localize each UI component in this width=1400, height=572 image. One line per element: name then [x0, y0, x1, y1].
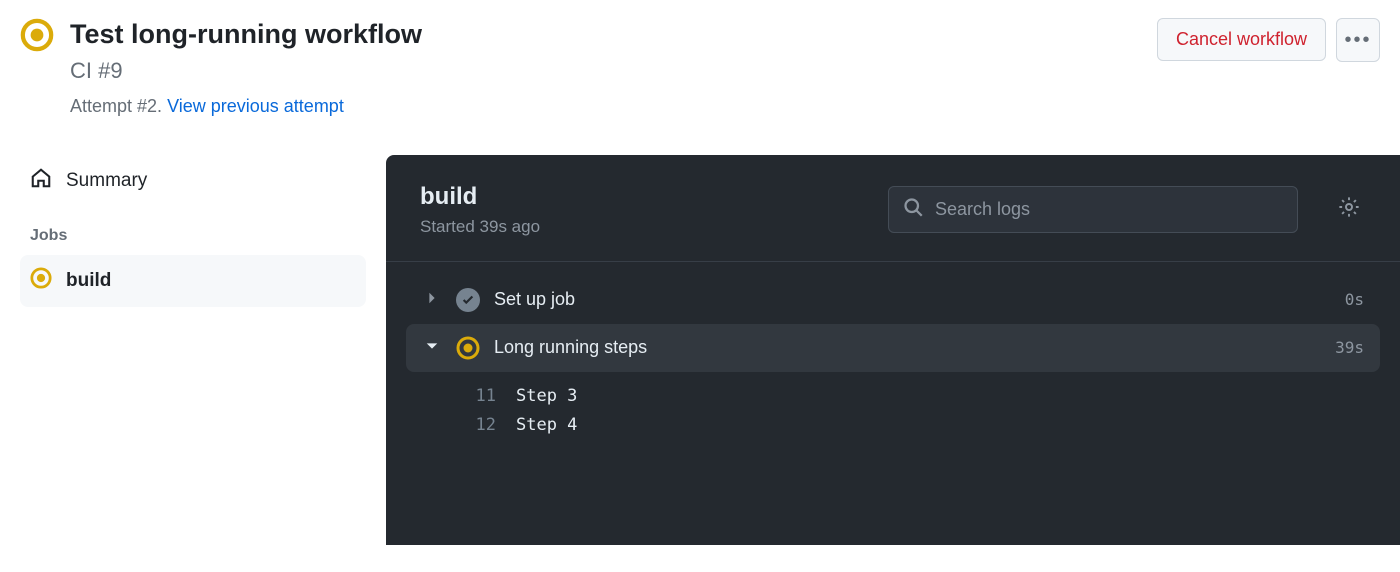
step-row-setup[interactable]: Set up job 0s [406, 276, 1380, 324]
line-text: Step 3 [516, 382, 577, 411]
check-icon [456, 288, 480, 312]
steps-list: Set up job 0s Long running steps 39s [386, 262, 1400, 454]
job-name-label: build [66, 270, 111, 292]
header-left: Test long-running workflow CI #9 Attempt… [20, 18, 1141, 117]
header-text: Test long-running workflow CI #9 Attempt… [70, 18, 422, 117]
sidebar-item-build[interactable]: build [20, 255, 366, 307]
summary-label: Summary [66, 170, 147, 192]
line-number: 12 [466, 411, 496, 440]
step-duration-label: 0s [1345, 290, 1364, 309]
workflow-title: Test long-running workflow [70, 18, 422, 52]
log-settings-button[interactable] [1332, 190, 1366, 229]
body-area: Summary Jobs build build Started 39s ago [0, 155, 1400, 545]
page-header: Test long-running workflow CI #9 Attempt… [0, 0, 1400, 117]
sidebar: Summary Jobs build [0, 155, 386, 545]
step-duration-label: 39s [1335, 338, 1364, 357]
log-output: 11 Step 3 12 Step 4 [406, 372, 1380, 440]
previous-attempt-link[interactable]: View previous attempt [167, 96, 344, 116]
cancel-workflow-button[interactable]: Cancel workflow [1157, 18, 1326, 61]
job-log-panel: build Started 39s ago [386, 155, 1400, 545]
attempt-prefix: Attempt #2. [70, 96, 167, 116]
more-actions-button[interactable]: ••• [1336, 18, 1380, 62]
home-icon [30, 167, 52, 195]
job-started-text: Started 39s ago [420, 217, 868, 237]
sidebar-item-summary[interactable]: Summary [20, 155, 366, 207]
header-right: Cancel workflow ••• [1157, 18, 1380, 62]
search-icon [903, 197, 923, 222]
log-line: 12 Step 4 [466, 411, 1380, 440]
status-running-icon [30, 267, 52, 295]
log-line: 11 Step 3 [466, 382, 1380, 411]
status-running-icon [456, 336, 480, 360]
workflow-subtitle: CI #9 [70, 58, 422, 84]
kebab-icon: ••• [1344, 29, 1371, 52]
jobs-heading: Jobs [20, 207, 366, 255]
attempt-line: Attempt #2. View previous attempt [70, 96, 422, 117]
line-text: Step 4 [516, 411, 577, 440]
log-header: build Started 39s ago [386, 155, 1400, 262]
step-name-label: Long running steps [494, 337, 1321, 358]
step-row-long-running[interactable]: Long running steps 39s [406, 324, 1380, 372]
log-header-left: build Started 39s ago [420, 183, 868, 237]
chevron-down-icon [422, 337, 442, 358]
line-number: 11 [466, 382, 496, 411]
search-logs-input[interactable] [935, 199, 1283, 220]
chevron-right-icon [422, 289, 442, 310]
search-logs-box[interactable] [888, 186, 1298, 233]
step-name-label: Set up job [494, 289, 1331, 310]
job-title: build [420, 183, 868, 211]
status-running-icon [20, 18, 54, 52]
